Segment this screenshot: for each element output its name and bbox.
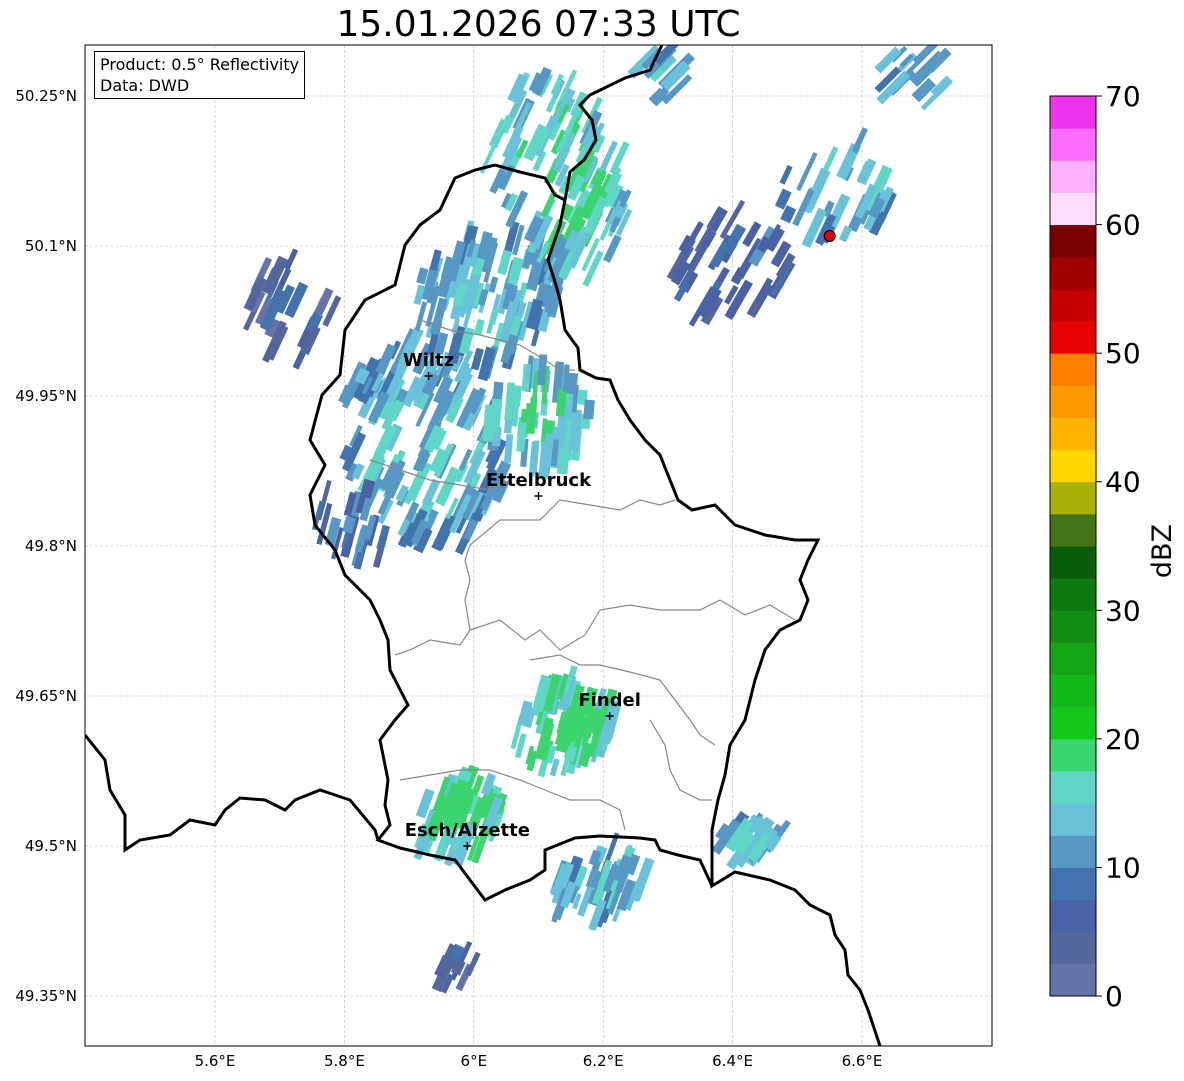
colorbar-tick-label: 70 bbox=[1105, 80, 1141, 113]
city-label: Findel bbox=[578, 690, 641, 711]
district-boundary-1 bbox=[394, 544, 471, 656]
lat-tick-label: 49.65°N bbox=[15, 687, 77, 705]
radar-echo bbox=[511, 385, 522, 407]
lon-tick-label: 6.2°E bbox=[583, 1052, 624, 1070]
lon-tick-label: 6.6°E bbox=[842, 1052, 883, 1070]
gridlines bbox=[85, 45, 992, 1046]
colorbar-segment bbox=[1050, 353, 1096, 386]
radar-echo bbox=[838, 225, 853, 243]
colorbar-segment bbox=[1050, 513, 1096, 547]
district-boundary-3 bbox=[469, 599, 796, 651]
radar-echo bbox=[414, 301, 428, 332]
colorbar-segment bbox=[1050, 96, 1096, 129]
colorbar-tick-label: 60 bbox=[1105, 209, 1141, 242]
colorbar-segment bbox=[1050, 160, 1096, 193]
plot-frame bbox=[84, 44, 993, 1047]
borders bbox=[85, 45, 882, 1046]
belgium-france-border bbox=[85, 734, 380, 853]
district-boundary-6 bbox=[649, 719, 712, 801]
colorbar-ticks: 0 10 20 30 40 50 60 70 bbox=[1096, 80, 1141, 1013]
lat-tick-label: 49.5°N bbox=[25, 837, 77, 855]
district-boundary-2 bbox=[469, 499, 676, 546]
colorbar-segment bbox=[1050, 803, 1096, 836]
colorbar-segment bbox=[1050, 931, 1096, 965]
city-label: Ettelbruck bbox=[486, 470, 592, 491]
colorbar-segment bbox=[1050, 128, 1096, 161]
colorbar-segment bbox=[1050, 385, 1096, 418]
colorbar-segment bbox=[1050, 288, 1096, 322]
colorbar-segment bbox=[1050, 321, 1096, 354]
radar-echo bbox=[503, 433, 514, 464]
lat-tick-label: 49.35°N bbox=[15, 987, 77, 1005]
radar-echo bbox=[473, 318, 485, 336]
colorbar-segment bbox=[1050, 706, 1096, 740]
colorbar-segment bbox=[1050, 867, 1096, 901]
radar-echo bbox=[376, 524, 391, 551]
colorbar-segment bbox=[1050, 642, 1096, 676]
product-label: Product: 0.5° Reflectivity bbox=[100, 55, 300, 74]
colorbar-segment bbox=[1050, 578, 1096, 611]
data-source-label: Data: DWD bbox=[100, 76, 190, 95]
colorbar-segment bbox=[1050, 738, 1096, 772]
radar-echo bbox=[583, 399, 595, 420]
radar-echo bbox=[779, 164, 793, 185]
colorbar-segment bbox=[1050, 256, 1096, 290]
colorbar-segment bbox=[1050, 610, 1096, 643]
lat-tick-label: 50.1°N bbox=[25, 237, 77, 255]
colorbar-segment bbox=[1050, 192, 1096, 226]
product-info-box: Product: 0.5° Reflectivity Data: DWD bbox=[94, 51, 306, 99]
colorbar-segment bbox=[1050, 963, 1096, 997]
radar-echo bbox=[857, 158, 877, 186]
radar-echo bbox=[603, 234, 622, 263]
colorbar-tick-label: 20 bbox=[1105, 723, 1141, 756]
colorbar-segment bbox=[1050, 449, 1096, 483]
radar-site-marker bbox=[823, 230, 836, 242]
colorbar-segment bbox=[1050, 481, 1096, 515]
colorbar-segment bbox=[1050, 899, 1096, 933]
lat-tick-label: 50.25°N bbox=[15, 87, 77, 105]
city-label: Wiltz bbox=[403, 350, 454, 371]
colorbar-segment bbox=[1050, 546, 1096, 579]
colorbar-tick-label: 10 bbox=[1105, 851, 1141, 884]
lon-tick-label: 5.6°E bbox=[195, 1052, 236, 1070]
colorbar-segment bbox=[1050, 771, 1096, 804]
lon-tick-label: 6°E bbox=[461, 1052, 488, 1070]
colorbar-tick-label: 30 bbox=[1105, 594, 1141, 627]
colorbar-segment bbox=[1050, 674, 1096, 708]
colorbar-segment bbox=[1050, 417, 1096, 451]
colorbar: 0 10 20 30 40 50 60 70 dBZ bbox=[1049, 80, 1178, 1013]
radar-echoes bbox=[243, 45, 954, 994]
colorbar-label: dBZ bbox=[1147, 524, 1178, 578]
lat-tick-label: 49.8°N bbox=[25, 537, 77, 555]
lon-tick-label: 6.4°E bbox=[712, 1052, 753, 1070]
radar-map: Wiltz Ettelbruck Findel Esch/Alzette 5.6°E 5… bbox=[15, 44, 993, 1070]
colorbar-segment bbox=[1050, 835, 1096, 868]
colorbar-tick-label: 50 bbox=[1105, 337, 1141, 370]
colorbar-tick-label: 40 bbox=[1105, 466, 1141, 499]
city-label: Esch/Alzette bbox=[405, 820, 530, 841]
lat-tick-label: 49.95°N bbox=[15, 387, 77, 405]
colorbar-segments bbox=[1049, 95, 1097, 997]
colorbar-segment bbox=[1050, 224, 1096, 258]
lon-tick-label: 5.8°E bbox=[324, 1052, 365, 1070]
colorbar-tick-label: 0 bbox=[1105, 980, 1123, 1013]
